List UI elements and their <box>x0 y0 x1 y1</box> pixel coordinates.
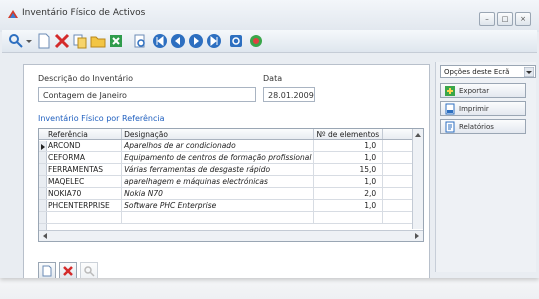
previous-record-icon[interactable] <box>170 33 186 49</box>
search-line-button[interactable] <box>80 262 98 278</box>
quantity-cell: 15,0 <box>313 163 384 176</box>
column-header-elementos[interactable]: Nº de elementos <box>313 129 384 140</box>
print-button[interactable]: Imprimir <box>440 101 526 116</box>
add-line-button[interactable] <box>38 262 56 278</box>
designation-cell: aparelhagem e máquinas electrónicas <box>121 175 315 188</box>
scroll-left-icon[interactable] <box>41 231 49 241</box>
excel-icon[interactable] <box>108 33 124 49</box>
search-icon[interactable] <box>8 33 24 49</box>
minimize-icon[interactable]: – <box>479 12 495 26</box>
delete-line-icon <box>63 265 73 276</box>
ref-cell: MAQELEC <box>39 175 123 188</box>
copy-icon[interactable] <box>72 33 88 49</box>
quantity-cell: 2,0 <box>313 187 384 200</box>
ref-cell: ARCOND <box>39 139 123 152</box>
print-label: Imprimir <box>459 105 489 113</box>
new-document-icon[interactable] <box>36 33 52 49</box>
print-preview-icon[interactable] <box>132 33 148 49</box>
column-header-designacao[interactable]: Designação <box>121 129 315 140</box>
section-title: Inventário Físico por Referência <box>38 114 165 123</box>
screen-options-label: Opções deste Ecrã <box>444 68 510 76</box>
ref-cell: CEFORMA <box>39 151 123 164</box>
ref-cell: NOKIA70 <box>39 187 123 200</box>
app-window: Inventário Físico de Activos – □ × Descr… <box>0 0 539 278</box>
inventory-grid[interactable]: Referência Designação Nº de elementos AR… <box>38 128 424 242</box>
table-row[interactable]: FERRAMENTAS Várias ferramentas de desgas… <box>39 163 423 176</box>
quantity-cell: 1,0 <box>313 139 384 152</box>
options-side-panel: Opções deste Ecrã Exportar Imprimir Rela… <box>435 62 536 272</box>
scroll-up-icon[interactable] <box>413 131 423 139</box>
grid-table: Referência Designação Nº de elementos AR… <box>39 129 423 224</box>
new-line-icon <box>42 265 52 276</box>
window-title: Inventário Físico de Activos <box>22 8 146 18</box>
help-icon[interactable] <box>248 33 264 49</box>
open-folder-icon[interactable] <box>90 33 106 49</box>
screen-options-select[interactable]: Opções deste Ecrã <box>440 65 536 78</box>
reports-icon <box>445 121 455 133</box>
delete-icon[interactable] <box>54 33 70 49</box>
chevron-down-icon[interactable] <box>524 67 534 77</box>
form-panel: Descrição do Inventário Contagem de Jane… <box>23 64 430 278</box>
reports-label: Relatórios <box>459 123 494 131</box>
quantity-cell: 1,0 <box>313 151 384 164</box>
table-row[interactable]: PHCENTERPRISE Software PHC Enterprise 1,… <box>39 199 423 212</box>
first-record-icon[interactable] <box>152 33 168 49</box>
export-label: Exportar <box>459 87 490 95</box>
grid-header-row: Referência Designação Nº de elementos <box>39 129 423 140</box>
designation-cell: Equipamento de centros de formação profi… <box>121 151 315 164</box>
title-bar: Inventário Físico de Activos – □ × <box>0 0 539 32</box>
export-button[interactable]: Exportar <box>440 83 526 98</box>
current-row-pointer-icon <box>41 144 45 150</box>
search-line-icon <box>84 265 95 277</box>
quantity-cell: 1,0 <box>313 175 384 188</box>
scroll-right-icon[interactable] <box>413 231 421 241</box>
vertical-scrollbar[interactable] <box>412 129 423 229</box>
dropdown-icon[interactable] <box>25 33 33 49</box>
description-field[interactable]: Contagem de Janeiro <box>38 87 256 102</box>
export-icon <box>445 86 455 96</box>
description-label: Descrição do Inventário <box>38 74 134 83</box>
refresh-icon[interactable] <box>228 33 244 49</box>
maximize-icon[interactable]: □ <box>497 12 513 26</box>
next-record-icon[interactable] <box>188 33 204 49</box>
table-row[interactable]: ARCOND Aparelhos de ar condicionado 1,0 <box>39 139 423 152</box>
delete-line-button[interactable] <box>59 262 77 278</box>
date-field[interactable]: 28.01.2009 <box>263 87 315 102</box>
ref-cell: PHCENTERPRISE <box>39 199 123 212</box>
reports-button[interactable]: Relatórios <box>440 119 526 134</box>
table-row[interactable]: NOKIA70 Nokia N70 2,0 <box>39 187 423 200</box>
toolbar <box>2 30 537 53</box>
designation-cell: Software PHC Enterprise <box>121 199 315 212</box>
quantity-cell: 1,0 <box>313 199 384 212</box>
table-row[interactable]: MAQELEC aparelhagem e máquinas electróni… <box>39 175 423 188</box>
designation-cell: Várias ferramentas de desgaste rápido <box>121 163 315 176</box>
app-icon <box>8 10 18 18</box>
print-icon <box>445 103 455 115</box>
table-row-empty <box>39 211 423 224</box>
designation-cell: Aparelhos de ar condicionado <box>121 139 315 152</box>
table-row[interactable]: CEFORMA Equipamento de centros de formaç… <box>39 151 423 164</box>
date-label: Data <box>263 74 283 83</box>
horizontal-scrollbar[interactable] <box>39 230 423 241</box>
last-record-icon[interactable] <box>206 33 222 49</box>
close-icon[interactable]: × <box>515 12 531 26</box>
window-controls: – □ × <box>479 12 531 26</box>
ref-cell: FERRAMENTAS <box>39 163 123 176</box>
column-header-referencia[interactable]: Referência <box>39 129 123 140</box>
designation-cell: Nokia N70 <box>121 187 315 200</box>
